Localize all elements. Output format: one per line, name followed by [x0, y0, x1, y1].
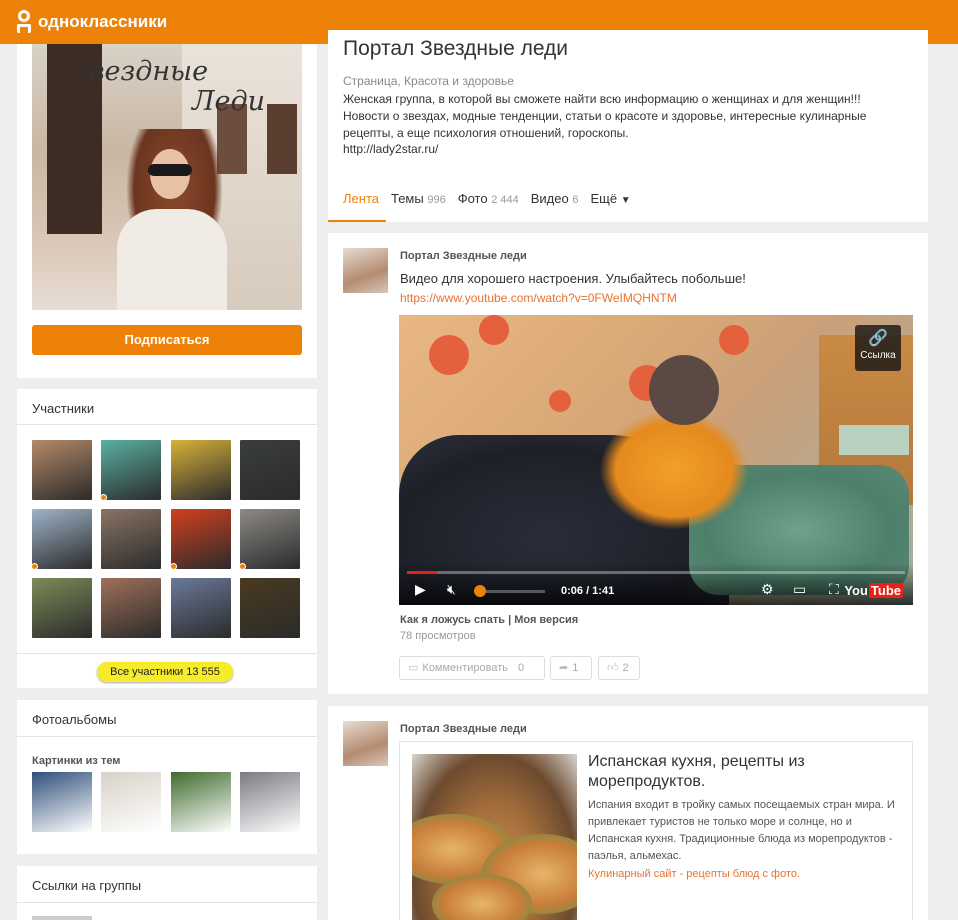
post-author-name[interactable]: Портал Звездные леди	[400, 250, 527, 262]
member-avatar[interactable]	[32, 509, 92, 569]
link-icon: 🔗	[868, 330, 888, 347]
online-indicator	[100, 494, 107, 501]
group-tabs: Лента Темы 996 Фото 2 444 Видео 6 Ещё ▼	[328, 190, 643, 222]
member-avatar[interactable]	[171, 578, 231, 638]
volume-slider[interactable]	[479, 590, 545, 593]
group-info-card: Портал Звездные леди Страница, Красота и…	[328, 30, 928, 222]
group-category[interactable]: Страница, Красота и здоровье	[343, 74, 514, 88]
online-indicator	[31, 563, 38, 570]
share-button[interactable]: ➦ 1	[550, 656, 592, 680]
thumbs-up-icon: 👍︎	[607, 662, 619, 674]
fullscreen-icon[interactable]: ⛶	[829, 581, 839, 598]
member-avatar[interactable]	[101, 440, 161, 500]
youtube-logo[interactable]: You Tube	[844, 583, 903, 598]
video-title[interactable]: Как я ложусь спать | Моя версия	[400, 614, 578, 626]
tab-videos[interactable]: Видео 6	[531, 190, 591, 222]
video-progress-fill	[407, 571, 437, 574]
member-avatar[interactable]	[240, 578, 300, 638]
member-avatar[interactable]	[32, 440, 92, 500]
video-progress-bar[interactable]	[407, 571, 905, 574]
volume-knob[interactable]	[474, 585, 486, 597]
online-indicator	[170, 563, 177, 570]
divider	[17, 653, 317, 654]
shared-link-image[interactable]	[412, 754, 577, 920]
video-controls: ▶ 🔇︎ 0:06 / 1:41 ⚙ ▭ ⛶ You Tube	[399, 563, 913, 605]
shared-link-title[interactable]: Испанская кухня, рецепты из морепродукто…	[588, 752, 888, 792]
album-thumbnail[interactable]	[240, 772, 300, 832]
tab-more[interactable]: Ещё ▼	[590, 190, 642, 222]
feed-post: Портал Звездные леди Испанская кухня, ре…	[328, 706, 928, 920]
post-text: Видео для хорошего настроения. Улыбайтес…	[400, 271, 746, 286]
member-avatar[interactable]	[101, 578, 161, 638]
group-title: Портал Звездные леди	[343, 37, 569, 60]
comment-button[interactable]: ▭ Комментировать 0	[399, 656, 545, 680]
linked-group-avatar[interactable]	[32, 916, 92, 920]
post-link[interactable]: https://www.youtube.com/watch?v=0FWeIMQH…	[400, 291, 677, 305]
caret-down-icon: ▼	[620, 195, 631, 206]
member-avatar[interactable]	[171, 509, 231, 569]
album-thumbnail[interactable]	[32, 772, 92, 832]
shared-link-description: Испания входит в тройку самых посещаемых…	[588, 799, 895, 862]
cover-title-line2: Леди	[192, 86, 266, 117]
share-icon: ➦	[559, 662, 569, 674]
member-avatar[interactable]	[32, 578, 92, 638]
subscribe-button[interactable]: Подписаться	[32, 325, 302, 355]
video-time: 0:06 / 1:41	[561, 585, 615, 597]
album-thumbnail[interactable]	[101, 772, 161, 832]
divider	[17, 736, 317, 737]
tab-topics[interactable]: Темы 996	[391, 190, 458, 222]
online-indicator	[239, 563, 246, 570]
post-author-avatar[interactable]	[343, 721, 388, 766]
settings-gear-icon[interactable]: ⚙	[761, 581, 774, 598]
comment-icon: ▭	[408, 662, 419, 674]
divider	[17, 424, 317, 425]
members-card: Участники Все участники 13 555	[17, 389, 317, 688]
album-thumbnail[interactable]	[171, 772, 231, 832]
cover-title-line1: Звездные	[72, 56, 209, 87]
group-links-card: Ссылки на группы	[17, 866, 317, 920]
members-title[interactable]: Участники	[32, 401, 94, 416]
albums-card: Фотоальбомы Картинки из тем	[17, 700, 317, 854]
group-profile-card: Звездные Леди Подписаться	[17, 44, 317, 378]
video-player[interactable]: 🔗 Ссылка ▶ 🔇︎ 0:06 / 1:41 ⚙ ▭ ⛶ You Tube	[399, 315, 913, 605]
tab-feed[interactable]: Лента	[328, 190, 391, 222]
member-avatar[interactable]	[101, 509, 161, 569]
ok-logo-icon	[16, 10, 32, 34]
group-cover-image[interactable]: Звездные Леди	[32, 44, 302, 310]
all-members-button[interactable]: Все участники 13 555	[97, 662, 233, 682]
tab-photos[interactable]: Фото 2 444	[458, 190, 531, 222]
post-author-name[interactable]: Портал Звездные леди	[400, 723, 527, 735]
albums-title[interactable]: Фотоальбомы	[32, 712, 116, 727]
member-avatar[interactable]	[240, 509, 300, 569]
site-logo[interactable]: одноклассники	[16, 10, 167, 34]
feed-post: Портал Звездные леди Видео для хорошего …	[328, 233, 928, 694]
group-url[interactable]: http://lady2star.ru/	[343, 142, 438, 156]
play-icon[interactable]: ▶	[415, 581, 426, 598]
logo-text: одноклассники	[38, 12, 168, 31]
member-avatar[interactable]	[171, 440, 231, 500]
theater-mode-icon[interactable]: ▭	[793, 581, 806, 598]
group-links-title[interactable]: Ссылки на группы	[32, 878, 141, 893]
album-subtitle[interactable]: Картинки из тем	[32, 755, 120, 767]
video-views: 78 просмотров	[400, 630, 476, 642]
member-avatar[interactable]	[240, 440, 300, 500]
post-author-avatar[interactable]	[343, 248, 388, 293]
mute-icon[interactable]: 🔇︎	[447, 581, 456, 598]
group-description: Женская группа, в которой вы сможете най…	[343, 92, 867, 140]
shared-link-preview[interactable]: Испанская кухня, рецепты из морепродукто…	[399, 741, 913, 920]
like-button[interactable]: 👍︎ 2	[598, 656, 640, 680]
shared-link-source[interactable]: Кулинарный сайт - рецепты блюд с фото.	[588, 868, 800, 880]
video-link-button[interactable]: 🔗 Ссылка	[855, 325, 901, 371]
divider	[17, 902, 317, 903]
video-link-label: Ссылка	[860, 350, 896, 361]
